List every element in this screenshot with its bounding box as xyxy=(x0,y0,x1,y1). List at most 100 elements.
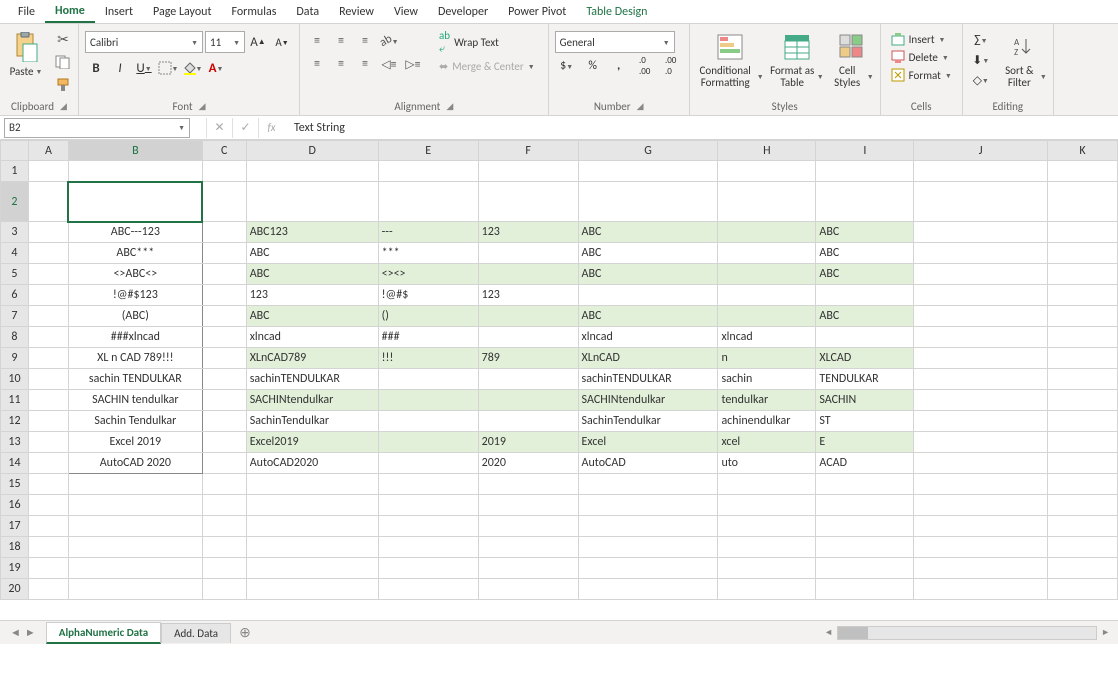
format-cells-button[interactable]: Format▼ xyxy=(887,67,956,83)
cell-D3[interactable]: ABC123 xyxy=(246,222,378,243)
cell-E2[interactable]: Special Characters xyxy=(378,182,478,222)
row-header-19[interactable]: 19 xyxy=(1,558,29,579)
sheet-nav-prev[interactable]: ◄ xyxy=(10,626,21,639)
tab-table-design[interactable]: Table Design xyxy=(576,2,657,22)
row-header-13[interactable]: 13 xyxy=(1,432,29,453)
cell-D9[interactable]: XLnCAD789 xyxy=(246,348,378,369)
font-size-dropdown[interactable]: 11▼ xyxy=(205,31,245,53)
col-header-A[interactable]: A xyxy=(28,141,68,161)
tab-file[interactable]: File xyxy=(8,2,45,22)
cell-F4[interactable] xyxy=(478,243,578,264)
tab-view[interactable]: View xyxy=(384,2,428,22)
cell-D8[interactable]: xlncad xyxy=(246,327,378,348)
percent-format-button[interactable]: % xyxy=(581,56,605,76)
col-header-E[interactable]: E xyxy=(378,141,478,161)
paste-button[interactable]: Paste▼ xyxy=(4,29,48,80)
align-left-button[interactable]: ≡ xyxy=(306,54,328,74)
cell-G6[interactable] xyxy=(578,285,718,306)
cell-D4[interactable]: ABC xyxy=(246,243,378,264)
cell-I7[interactable]: ABC xyxy=(816,306,914,327)
clear-button[interactable]: ◇▼ xyxy=(969,71,993,89)
cell-E4[interactable]: *** xyxy=(378,243,478,264)
italic-button[interactable]: I xyxy=(109,57,131,79)
cell-E3[interactable]: --- xyxy=(378,222,478,243)
cell-G12[interactable]: SachinTendulkar xyxy=(578,411,718,432)
autosum-button[interactable]: ∑▼ xyxy=(969,31,993,49)
cell-E7[interactable]: () xyxy=(378,306,478,327)
cell-F10[interactable] xyxy=(478,369,578,390)
insert-function-button[interactable]: fx xyxy=(258,118,284,138)
borders-button[interactable]: ▼ xyxy=(157,57,179,79)
tab-power-pivot[interactable]: Power Pivot xyxy=(498,2,576,22)
cell-I3[interactable]: ABC xyxy=(816,222,914,243)
number-format-dropdown[interactable]: General▼ xyxy=(555,31,675,53)
cell-I6[interactable] xyxy=(816,285,914,306)
delete-cells-button[interactable]: Delete▼ xyxy=(887,49,956,65)
cell-D11[interactable]: SACHINtendulkar xyxy=(246,390,378,411)
sort-filter-button[interactable]: AZ Sort & Filter▼ xyxy=(999,29,1049,91)
orientation-button[interactable]: ab▼ xyxy=(378,31,400,51)
row-header-5[interactable]: 5 xyxy=(1,264,29,285)
merge-center-button[interactable]: ⬌Merge & Center▼ xyxy=(432,55,542,77)
sheet-nav-next[interactable]: ► xyxy=(25,626,36,639)
row-header-14[interactable]: 14 xyxy=(1,453,29,474)
cell-H9[interactable]: n xyxy=(718,348,816,369)
tab-review[interactable]: Review xyxy=(329,2,384,22)
cell-F9[interactable]: 789 xyxy=(478,348,578,369)
col-header-G[interactable]: G xyxy=(578,141,718,161)
cell-H8[interactable]: xlncad xyxy=(718,327,816,348)
col-header-K[interactable]: K xyxy=(1048,141,1118,161)
cell-B2[interactable]: Text String xyxy=(68,182,202,222)
dialog-launcher-icon[interactable]: ◢ xyxy=(446,101,453,112)
col-header-C[interactable]: C xyxy=(202,141,246,161)
cell-G10[interactable]: sachinTENDULKAR xyxy=(578,369,718,390)
cell-G3[interactable]: ABC xyxy=(578,222,718,243)
row-header-6[interactable]: 6 xyxy=(1,285,29,306)
cell-H4[interactable] xyxy=(718,243,816,264)
cell-E6[interactable]: !@#$ xyxy=(378,285,478,306)
cell-H12[interactable]: achinendulkar xyxy=(718,411,816,432)
col-header-I[interactable]: I xyxy=(816,141,914,161)
cell-E11[interactable] xyxy=(378,390,478,411)
cell-G4[interactable]: ABC xyxy=(578,243,718,264)
align-middle-button[interactable]: ≡ xyxy=(330,31,352,51)
wrap-text-button[interactable]: ab⤶Wrap Text xyxy=(432,31,542,53)
row-header-18[interactable]: 18 xyxy=(1,537,29,558)
underline-button[interactable]: U▼ xyxy=(133,57,155,79)
cell-F2[interactable]: Only Numbers xyxy=(478,182,578,222)
cell-D5[interactable]: ABC xyxy=(246,264,378,285)
col-header-H[interactable]: H xyxy=(718,141,816,161)
cell-H13[interactable]: xcel xyxy=(718,432,816,453)
cell-B10[interactable]: sachin TENDULKAR xyxy=(68,369,202,390)
tab-data[interactable]: Data xyxy=(286,2,329,22)
cell-G11[interactable]: SACHINtendulkar xyxy=(578,390,718,411)
cell-I12[interactable]: ST xyxy=(816,411,914,432)
cell-D6[interactable]: 123 xyxy=(246,285,378,306)
hscroll-right[interactable]: ► xyxy=(1101,627,1110,638)
cell-B8[interactable]: ###xlncad xyxy=(68,327,202,348)
hscroll-left[interactable]: ◄ xyxy=(824,627,833,638)
fill-color-button[interactable]: ▼ xyxy=(181,57,203,79)
dialog-launcher-icon[interactable]: ◢ xyxy=(637,101,644,112)
fill-button[interactable]: ⬇▼ xyxy=(969,51,993,69)
sheet-tab-alphanumeric[interactable]: AlphaNumeric Data xyxy=(46,622,161,644)
cell-G7[interactable]: ABC xyxy=(578,306,718,327)
cell-G2[interactable]: English Alphabets xyxy=(578,182,718,222)
cell-D10[interactable]: sachinTENDULKAR xyxy=(246,369,378,390)
cell-B5[interactable]: <>ABC<> xyxy=(68,264,202,285)
accounting-format-button[interactable]: $▼ xyxy=(555,56,579,76)
increase-decimal-button[interactable]: .0.00 xyxy=(633,56,657,76)
insert-cells-button[interactable]: Insert▼ xyxy=(887,31,956,47)
new-sheet-button[interactable]: ⊕ xyxy=(231,621,259,644)
row-header-2[interactable]: 2 xyxy=(1,182,29,222)
cell-E8[interactable]: ### xyxy=(378,327,478,348)
font-color-button[interactable]: A▼ xyxy=(205,57,227,79)
enter-formula-button[interactable]: ✓ xyxy=(232,118,258,138)
row-header-10[interactable]: 10 xyxy=(1,369,29,390)
font-name-dropdown[interactable]: Calibri▼ xyxy=(85,31,203,53)
increase-font-button[interactable]: A▲ xyxy=(247,31,269,53)
cell-I14[interactable]: ACAD xyxy=(816,453,914,474)
cell-F14[interactable]: 2020 xyxy=(478,453,578,474)
cell-G13[interactable]: Excel xyxy=(578,432,718,453)
tab-home[interactable]: Home xyxy=(45,1,95,23)
